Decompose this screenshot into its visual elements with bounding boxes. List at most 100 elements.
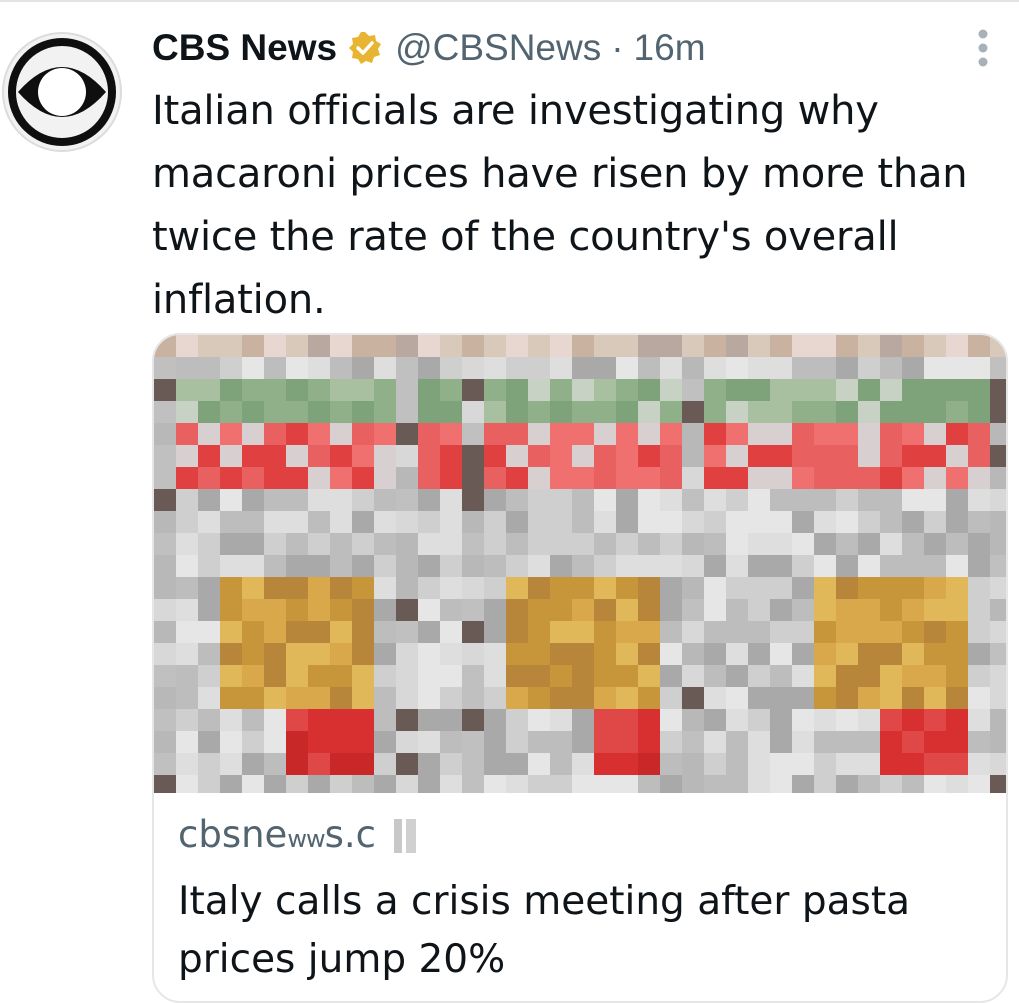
pixel-block	[550, 643, 572, 665]
pixel-block	[594, 577, 616, 599]
pixel-block	[374, 423, 396, 445]
pixel-block	[396, 511, 418, 533]
pixel-block	[264, 577, 286, 599]
pixel-block	[968, 775, 990, 793]
pixel-block	[902, 731, 924, 753]
pixel-block	[924, 599, 946, 621]
pixel-block	[682, 731, 704, 753]
pixel-block	[660, 401, 682, 423]
pixel-block	[198, 643, 220, 665]
pixel-block	[594, 533, 616, 555]
pixel-block	[572, 379, 594, 401]
pixel-block	[660, 775, 682, 793]
pixel-block	[154, 753, 176, 775]
pixel-block	[330, 643, 352, 665]
pixel-block	[682, 577, 704, 599]
pixel-block	[792, 621, 814, 643]
pixel-block	[572, 687, 594, 709]
pixel-block	[220, 357, 242, 379]
pixel-block	[550, 335, 572, 357]
display-name[interactable]: CBS News	[152, 27, 337, 69]
pixel-block	[352, 445, 374, 467]
pixel-block	[770, 379, 792, 401]
pixel-block	[264, 555, 286, 577]
pixel-block	[440, 335, 462, 357]
pixel-block	[638, 731, 660, 753]
pixel-block	[176, 665, 198, 687]
pixel-block	[374, 379, 396, 401]
pixel-block	[220, 665, 242, 687]
pixel-block	[374, 687, 396, 709]
pixel-block	[770, 445, 792, 467]
pixel-block	[462, 423, 484, 445]
pixel-block	[792, 665, 814, 687]
pixel-block	[396, 753, 418, 775]
pixel-block	[572, 621, 594, 643]
pixel-block	[968, 379, 990, 401]
pixel-block	[792, 775, 814, 793]
pixel-block	[264, 467, 286, 489]
pixel-block	[396, 555, 418, 577]
pixel-block	[616, 379, 638, 401]
pixel-block	[396, 423, 418, 445]
pixel-block	[352, 665, 374, 687]
pixel-block	[484, 665, 506, 687]
pixel-block	[792, 357, 814, 379]
pixel-block	[286, 357, 308, 379]
pixel-block	[616, 533, 638, 555]
pixel-block	[836, 775, 858, 793]
pixel-block	[814, 445, 836, 467]
pixel-block	[308, 687, 330, 709]
pixel-block	[264, 379, 286, 401]
pixel-block	[176, 555, 198, 577]
pixel-block	[572, 489, 594, 511]
pixel-block	[726, 775, 748, 793]
more-vertical-icon[interactable]	[977, 28, 989, 68]
card-domain-suffix: s.c	[324, 813, 376, 856]
pixel-block	[154, 731, 176, 753]
pixel-block	[528, 753, 550, 775]
pixel-block	[198, 775, 220, 793]
pixel-block	[352, 621, 374, 643]
pixel-block	[220, 709, 242, 731]
pixel-block	[528, 489, 550, 511]
pixel-block	[440, 599, 462, 621]
pixelated-card-image	[154, 335, 1006, 793]
pixel-block	[858, 731, 880, 753]
pixel-block	[550, 511, 572, 533]
pixel-block	[770, 555, 792, 577]
pixel-block	[242, 511, 264, 533]
pixel-block	[726, 401, 748, 423]
pixel-block	[198, 599, 220, 621]
pixel-block	[154, 445, 176, 467]
pixel-block	[308, 489, 330, 511]
pixel-block	[990, 687, 1006, 709]
pixel-block	[924, 445, 946, 467]
pixel-block	[550, 467, 572, 489]
pixel-block	[990, 577, 1006, 599]
timestamp[interactable]: 16m	[634, 27, 706, 69]
pixel-block	[660, 577, 682, 599]
handle[interactable]: @CBSNews	[395, 27, 601, 69]
pixel-block	[198, 555, 220, 577]
pixel-block	[440, 357, 462, 379]
link-card[interactable]: cbsnewws.c Italy calls a crisis meeting …	[152, 333, 1008, 1003]
pixel-block	[198, 379, 220, 401]
pixel-block	[924, 665, 946, 687]
pixel-block	[396, 401, 418, 423]
pixel-block	[154, 665, 176, 687]
pixel-block	[198, 731, 220, 753]
pixel-block	[462, 621, 484, 643]
pixel-block	[198, 533, 220, 555]
pixel-block	[506, 335, 528, 357]
pixel-block	[418, 467, 440, 489]
avatar[interactable]	[2, 32, 122, 152]
pixel-block	[880, 533, 902, 555]
pixel-block	[924, 753, 946, 775]
pixel-block	[374, 643, 396, 665]
pixel-block	[682, 401, 704, 423]
pixel-block	[506, 467, 528, 489]
pixel-block	[990, 401, 1006, 423]
pixel-block	[550, 357, 572, 379]
pixel-block	[264, 687, 286, 709]
